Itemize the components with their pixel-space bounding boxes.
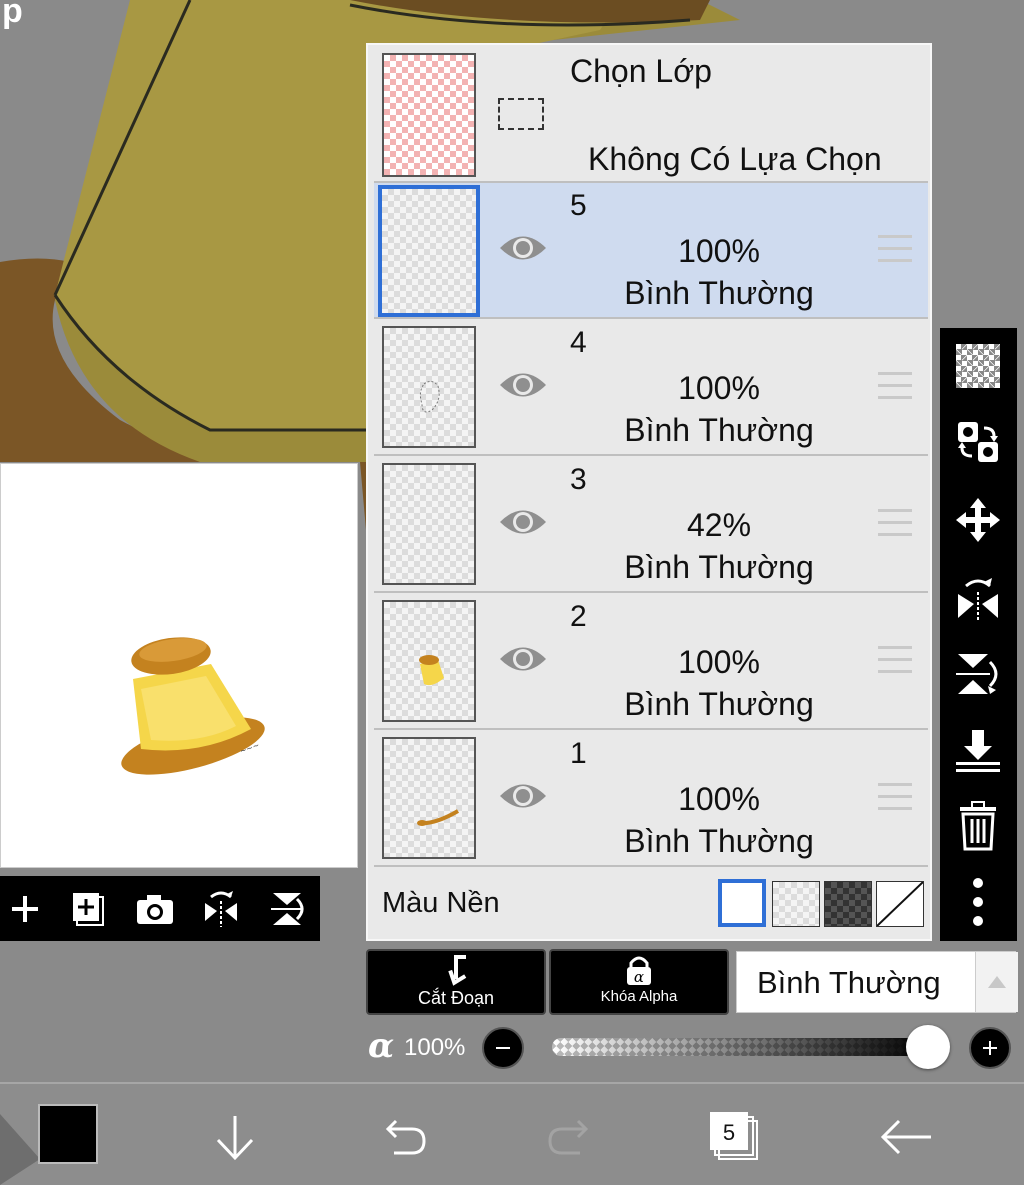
bg-transparent-option[interactable] <box>772 881 820 927</box>
lock-icon: α <box>627 956 651 986</box>
flip-horizontal-icon[interactable] <box>952 572 1004 624</box>
camera-icon[interactable] <box>130 884 180 934</box>
visibility-eye-icon[interactable] <box>498 779 548 818</box>
drag-handle-icon[interactable] <box>878 372 912 408</box>
layer-count: 5 <box>722 1120 736 1145</box>
bg-dark-checker-option[interactable] <box>824 881 872 927</box>
layer-blend-mode: Bình Thường <box>624 275 814 311</box>
selection-title: Chọn Lớp <box>570 53 712 89</box>
layer-blend-mode: Bình Thường <box>624 686 814 722</box>
svg-text:α: α <box>634 968 644 986</box>
layer-tools-toolbar <box>940 328 1017 941</box>
layer-opacity: 42% <box>686 507 752 543</box>
layer-panel: Chọn Lớp Không Có Lựa Chọn 5 100% Bình T… <box>366 43 932 941</box>
layer-blend-mode: Bình Thường <box>624 823 814 859</box>
alpha-lock-button[interactable]: α Khóa Alpha <box>549 949 729 1015</box>
move-icon[interactable] <box>952 494 1004 546</box>
clipping-arrow-icon <box>448 955 467 986</box>
layer-number: 1 <box>570 737 587 770</box>
add-canvas-icon[interactable] <box>64 884 114 934</box>
bottom-toolbar: 5 <box>0 1082 1024 1185</box>
background-label: Màu Nền <box>382 887 500 919</box>
layer-row-5[interactable]: 5 100% Bình Thường <box>374 183 928 319</box>
more-options-icon[interactable] <box>952 876 1004 928</box>
selection-marquee-icon <box>498 98 544 130</box>
layer-row-4[interactable]: 4 100% Bình Thường <box>374 320 928 456</box>
visibility-eye-icon[interactable] <box>498 231 548 270</box>
flip-vertical-icon[interactable] <box>262 884 312 934</box>
flip-vertical-icon[interactable] <box>952 648 1004 700</box>
drag-handle-icon[interactable] <box>878 509 912 545</box>
transparency-checker-icon[interactable] <box>956 344 1000 388</box>
layer-opacity: 100% <box>678 370 760 406</box>
navigator-toolbar <box>0 876 320 941</box>
drag-handle-icon[interactable] <box>878 235 912 271</box>
layer-opacity: 100% <box>678 644 760 680</box>
blend-mode-value: Bình Thường <box>757 965 941 1000</box>
opacity-value: 100% <box>404 1034 466 1061</box>
redo-icon[interactable] <box>536 1102 606 1172</box>
selection-thumbnail <box>382 53 476 177</box>
trash-icon[interactable] <box>952 800 1004 852</box>
clipping-button[interactable]: Cắt Đoạn <box>366 949 546 1015</box>
convert-layer-icon[interactable] <box>952 416 1004 468</box>
layer-thumbnail <box>382 600 476 722</box>
layer-row-1[interactable]: 1 100% Bình Thường <box>374 731 928 867</box>
opacity-slider-knob[interactable] <box>906 1025 950 1069</box>
selection-layer-row[interactable]: Chọn Lớp Không Có Lựa Chọn <box>374 45 928 183</box>
layer-thumbnail <box>378 185 480 317</box>
merge-down-icon[interactable] <box>952 724 1004 776</box>
alpha-lock-label: Khóa Alpha <box>600 988 678 1005</box>
selection-status: Không Có Lựa Chọn <box>588 141 882 177</box>
bg-none-option[interactable] <box>876 881 924 927</box>
opacity-slider-track[interactable] <box>552 1038 930 1056</box>
layers-icon[interactable]: 5 <box>700 1102 770 1172</box>
layer-blend-mode: Bình Thường <box>624 412 814 448</box>
visibility-eye-icon[interactable] <box>498 642 548 681</box>
pudding-preview-image: ~~~ <box>121 637 265 775</box>
drag-handle-icon[interactable] <box>878 646 912 682</box>
alpha-symbol: α <box>368 1026 395 1066</box>
layer-row-2[interactable]: 2 100% Bình Thường <box>374 594 928 730</box>
layer-opacity: 100% <box>678 233 760 269</box>
clipping-label: Cắt Đoạn <box>417 988 495 1008</box>
undo-icon[interactable] <box>368 1102 438 1172</box>
layer-number: 3 <box>570 463 587 496</box>
layer-number: 2 <box>570 600 587 633</box>
layer-blend-mode: Bình Thường <box>624 549 814 585</box>
blend-mode-arrow-icon <box>975 952 1018 1012</box>
layer-opacity: 100% <box>678 781 760 817</box>
back-arrow-icon[interactable] <box>870 1102 940 1172</box>
opacity-increase-button[interactable] <box>969 1027 1011 1069</box>
layer-row-3[interactable]: 3 42% Bình Thường <box>374 457 928 593</box>
corner-letter: p <box>2 0 23 30</box>
opacity-decrease-button[interactable] <box>482 1027 524 1069</box>
bg-white-option[interactable] <box>718 879 766 927</box>
drag-handle-icon[interactable] <box>878 783 912 819</box>
background-color-row: Màu Nền <box>374 869 928 937</box>
layer-number: 4 <box>570 326 587 359</box>
preview-navigator[interactable]: ~~~ <box>0 463 358 868</box>
down-arrow-icon[interactable] <box>200 1102 270 1172</box>
visibility-eye-icon[interactable] <box>498 505 548 544</box>
layer-thumbnail <box>382 326 476 448</box>
visibility-eye-icon[interactable] <box>498 368 548 407</box>
layer-number: 5 <box>570 189 587 222</box>
blend-mode-select[interactable]: Bình Thường <box>736 951 1018 1013</box>
layer-thumbnail <box>382 737 476 859</box>
layer-thumbnail <box>382 463 476 585</box>
add-icon[interactable] <box>0 884 50 934</box>
current-color-swatch[interactable] <box>38 1104 98 1164</box>
flip-horizontal-icon[interactable] <box>196 884 246 934</box>
